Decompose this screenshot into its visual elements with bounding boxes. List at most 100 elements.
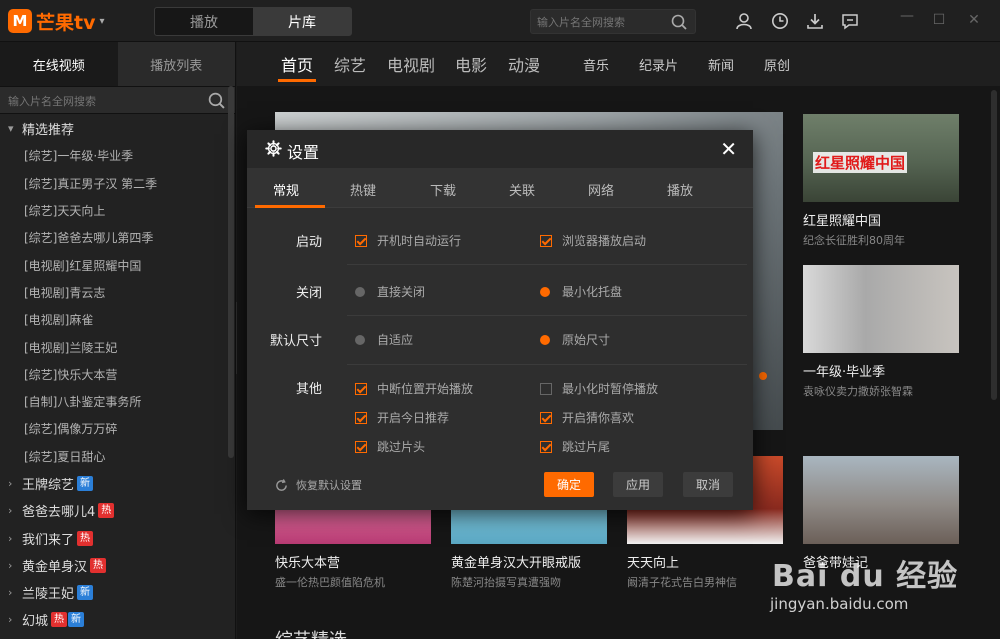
top-search-input[interactable] — [537, 13, 667, 31]
sidebar-search-input[interactable] — [8, 92, 188, 110]
minimize-to-tray-radio[interactable]: 最小化托盘 — [540, 283, 622, 300]
list-item[interactable]: [综艺]偶像万万碎 — [0, 415, 235, 442]
nav-variety[interactable]: 综艺 — [334, 52, 366, 76]
nav-news[interactable]: 新闻 — [708, 55, 734, 74]
chevron-right-icon[interactable]: › — [8, 586, 22, 599]
download-icon[interactable] — [805, 11, 825, 31]
list-item[interactable]: [综艺]一年级·毕业季 — [0, 142, 235, 169]
tab-online-video[interactable]: 在线视频 — [0, 42, 118, 86]
section-divider — [347, 364, 747, 365]
list-item[interactable]: [综艺]快乐大本营 — [0, 361, 235, 388]
checkbox-checked-icon[interactable] — [355, 382, 367, 395]
close-icon[interactable]: ✕ — [720, 137, 737, 161]
search-icon[interactable] — [208, 92, 225, 113]
video-card[interactable]: 红星照耀中国 红星照耀中国 纪念长征胜利80周年 — [803, 114, 959, 248]
chevron-right-icon[interactable]: › — [8, 504, 22, 517]
checkbox-checked-icon[interactable] — [355, 411, 367, 424]
tab-network[interactable]: 网络 — [588, 180, 614, 199]
chevron-right-icon[interactable]: › — [8, 477, 22, 490]
radio-off-icon[interactable] — [355, 286, 365, 297]
radio-on-icon[interactable] — [540, 334, 550, 345]
radio-on-icon[interactable] — [540, 286, 550, 297]
tree-group-fantasy-city[interactable]: › 幻城 热 新 — [0, 606, 235, 633]
close-directly-radio[interactable]: 直接关闭 — [355, 283, 425, 300]
tab-association[interactable]: 关联 — [509, 180, 535, 199]
sidebar-tabs: 在线视频 播放列表 — [0, 42, 235, 86]
original-size-radio[interactable]: 原始尺寸 — [540, 331, 610, 348]
guess-you-like-checkbox[interactable]: 开启猜你喜欢 — [540, 409, 634, 426]
tree-group-we-are-here[interactable]: › 我们来了 热 — [0, 524, 235, 551]
user-icon[interactable] — [734, 11, 754, 31]
sidebar-scrollbar[interactable] — [228, 86, 234, 458]
maximize-icon[interactable]: ☐ — [930, 12, 948, 28]
minimize-icon[interactable]: — — [898, 8, 916, 24]
chevron-right-icon[interactable]: › — [8, 613, 22, 626]
option-label: 开启猜你喜欢 — [562, 411, 635, 425]
chevron-right-icon[interactable]: › — [8, 532, 22, 545]
autostart-checkbox[interactable]: 开机时自动运行 — [355, 232, 461, 249]
checkbox-checked-icon[interactable] — [355, 440, 367, 453]
checkbox-unchecked-icon[interactable] — [540, 382, 552, 395]
tab-playlist[interactable]: 播放列表 — [117, 42, 235, 86]
tab-playback[interactable]: 播放 — [667, 180, 693, 199]
close-window-icon[interactable]: ✕ — [965, 12, 983, 28]
checkbox-checked-icon[interactable] — [355, 234, 367, 247]
tree-group-ace-variety[interactable]: › 王牌综艺 新 — [0, 470, 235, 497]
skip-outro-checkbox[interactable]: 跳过片尾 — [540, 438, 610, 455]
nav-music[interactable]: 音乐 — [583, 55, 609, 74]
main-scrollbar[interactable] — [991, 90, 997, 400]
message-icon[interactable] — [840, 11, 860, 31]
cancel-button[interactable]: 取消 — [683, 472, 733, 497]
apply-button[interactable]: 应用 — [613, 472, 663, 497]
tree-group-featured[interactable]: ▾ 精选推荐 — [0, 115, 235, 142]
list-item[interactable]: [综艺]天天向上 — [0, 197, 235, 224]
watermark-brand: Bai du 经验 — [772, 559, 959, 594]
tab-library[interactable]: 片库 — [253, 8, 351, 35]
checkbox-checked-icon[interactable] — [540, 411, 552, 424]
video-card[interactable]: 一年级·毕业季 袁咏仪卖力撒娇张智霖 — [803, 265, 959, 399]
ok-button[interactable]: 确定 — [544, 472, 594, 497]
video-title: 红星照耀中国 — [803, 214, 882, 229]
tree-group-lanling[interactable]: › 兰陵王妃 新 — [0, 579, 235, 606]
adaptive-size-radio[interactable]: 自适应 — [355, 331, 413, 348]
nav-anime[interactable]: 动漫 — [508, 52, 540, 76]
reset-defaults-link[interactable]: 恢复默认设置 — [275, 477, 362, 493]
carousel-dot[interactable] — [759, 372, 767, 380]
hot-badge: 热 — [51, 612, 68, 628]
radio-off-icon[interactable] — [355, 334, 365, 345]
option-label: 开机时自动运行 — [377, 234, 462, 248]
chevron-down-icon[interactable]: ▾ — [8, 122, 22, 135]
nav-home[interactable]: 首页 — [281, 52, 313, 76]
baidu-jingyan-watermark: Bai du 经验 jingyan.baidu.com — [766, 551, 996, 631]
list-item[interactable]: [综艺]夏日甜心 — [0, 443, 235, 470]
resume-playback-checkbox[interactable]: 中断位置开始播放 — [355, 380, 473, 397]
list-item[interactable]: [电视剧]兰陵王妃 — [0, 333, 235, 360]
tab-general[interactable]: 常规 — [273, 180, 299, 199]
checkbox-checked-icon[interactable] — [540, 234, 552, 247]
checkbox-checked-icon[interactable] — [540, 440, 552, 453]
tab-play[interactable]: 播放 — [155, 8, 253, 35]
chevron-right-icon[interactable]: › — [8, 559, 22, 572]
tab-download[interactable]: 下载 — [430, 180, 456, 199]
tab-hotkeys[interactable]: 热键 — [350, 180, 376, 199]
list-item[interactable]: [电视剧]红星照耀中国 — [0, 251, 235, 278]
tree-group-dad-where[interactable]: › 爸爸去哪儿4 热 — [0, 497, 235, 524]
tree-group-bachelor[interactable]: › 黄金单身汉 热 — [0, 552, 235, 579]
skip-intro-checkbox[interactable]: 跳过片头 — [355, 438, 425, 455]
browser-launch-checkbox[interactable]: 浏览器播放启动 — [540, 232, 646, 249]
history-clock-icon[interactable] — [770, 11, 790, 31]
search-icon[interactable] — [671, 14, 687, 34]
nav-movies[interactable]: 电影 — [455, 52, 487, 76]
nav-documentary[interactable]: 纪录片 — [639, 55, 678, 74]
list-item[interactable]: [综艺]爸爸去哪儿第四季 — [0, 224, 235, 251]
nav-original[interactable]: 原创 — [764, 55, 790, 74]
today-recommend-checkbox[interactable]: 开启今日推荐 — [355, 409, 449, 426]
nav-tv-series[interactable]: 电视剧 — [387, 52, 435, 76]
chevron-down-icon[interactable]: ▾ — [99, 16, 104, 27]
app-logo[interactable]: M 芒果tv ▾ — [8, 8, 105, 34]
list-item[interactable]: [综艺]真正男子汉 第二季 — [0, 170, 235, 197]
list-item[interactable]: [电视剧]青云志 — [0, 279, 235, 306]
list-item[interactable]: [电视剧]麻雀 — [0, 306, 235, 333]
pause-on-minimize-checkbox[interactable]: 最小化时暂停播放 — [540, 380, 658, 397]
list-item[interactable]: [自制]八卦鉴定事务所 — [0, 388, 235, 415]
